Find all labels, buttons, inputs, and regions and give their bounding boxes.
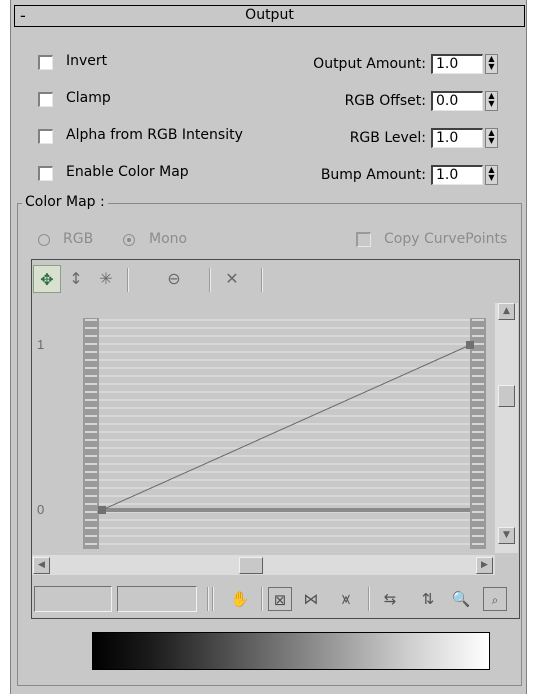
output-amount-label: Output Amount: [313,56,426,72]
move-icon[interactable]: ✥ [33,265,61,293]
rollout-title: Output [245,7,294,23]
toolbar-divider [209,268,211,292]
bottom-divider [212,587,214,611]
reset-curve-icon[interactable]: ⊖ [160,265,188,293]
clamp-checkbox[interactable] [38,92,53,107]
rgb-radio[interactable] [38,234,50,246]
color-map-group-title: Color Map : [22,194,108,210]
invert-label: Invert [66,53,108,69]
rgb-offset-spinner[interactable]: ▲ ▼ [485,91,498,111]
zoom-extents-icon[interactable]: ⊠ [268,587,292,611]
color-map-gradient-preview [92,632,490,670]
toolbar-divider [127,268,129,292]
bump-amount-label: Bump Amount: [320,167,426,183]
alpha-from-rgb-label: Alpha from RGB Intensity [66,127,243,143]
curve-control-point[interactable] [98,506,106,514]
rgb-radio-label: RGB [63,231,94,247]
mono-radio-label: Mono [149,231,188,247]
mono-radio[interactable] [123,234,135,246]
vertical-scroll-thumb[interactable] [498,385,515,407]
y-tick-label-1: 1 [37,337,44,352]
enable-color-map-label: Enable Color Map [66,164,189,180]
copy-curvepoints-checkbox[interactable] [356,232,371,247]
output-amount-input[interactable]: 1.0 [431,54,483,74]
scroll-left-icon[interactable]: ◀ [33,557,50,574]
delete-point-icon[interactable]: ✕ [218,265,246,293]
vertical-scrollbar[interactable]: ▲ ▼ [495,303,518,553]
curve-graph-svg[interactable]: 1 0 [32,298,495,553]
spinner-down-icon[interactable]: ▼ [488,173,494,182]
pan-hand-icon[interactable]: ✋ [228,587,252,611]
bottom-divider [207,587,209,611]
scale-point-icon[interactable]: ↕ [62,265,90,293]
spinner-down-icon[interactable]: ▼ [488,62,494,71]
copy-curvepoints-label: Copy CurvePoints [384,231,508,247]
bump-amount-input[interactable]: 1.0 [431,165,483,185]
zoom-vertical-icon[interactable]: ⇅ [416,587,440,611]
output-amount-spinner[interactable]: ▲ ▼ [485,54,498,74]
y-tick-label-0: 0 [37,502,44,517]
rgb-offset-input[interactable]: 0.0 [431,91,483,111]
rgb-level-input[interactable]: 1.0 [431,128,483,148]
bump-amount-spinner[interactable]: ▲ ▼ [485,165,498,185]
radio-selected-dot [127,238,131,242]
curve-line [101,344,471,511]
horizontal-scrollbar[interactable]: ◀ ▶ [32,555,495,575]
spinner-down-icon[interactable]: ▼ [488,136,494,145]
curve-toolbar: ✥ ↕ ✳ ⊖ ✕ [32,260,519,298]
zoom-value-extents-icon[interactable]: ⩙ [334,587,358,611]
spinner-down-icon[interactable]: ▼ [488,99,494,108]
rgb-level-label: RGB Level: [349,130,426,146]
zoom-region-icon[interactable]: ⌕ [483,587,507,611]
zoom-horizontal-icon[interactable]: ⇆ [378,587,402,611]
rgb-level-spinner[interactable]: ▲ ▼ [485,128,498,148]
toolbar-divider [261,268,263,292]
curve-graph[interactable]: 1 0 [32,298,495,553]
bottom-divider [368,587,370,611]
scroll-right-icon[interactable]: ▶ [476,557,493,574]
point-y-field[interactable] [117,586,197,612]
curve-control-point[interactable] [466,341,474,349]
zoom-icon[interactable]: 🔍 [449,587,473,611]
rgb-offset-label: RGB Offset: [344,93,426,109]
insert-point-icon[interactable]: ✳ [92,265,120,293]
horizontal-scroll-thumb[interactable] [239,557,263,574]
alpha-from-rgb-checkbox[interactable] [38,129,53,144]
clamp-label: Clamp [66,90,111,106]
point-x-field[interactable] [34,586,112,612]
bottom-divider [261,587,263,611]
zoom-horizontal-extents-icon[interactable]: ⋈ [299,587,323,611]
enable-color-map-checkbox[interactable] [38,166,53,181]
invert-checkbox[interactable] [38,55,53,70]
scroll-down-icon[interactable]: ▼ [498,527,515,544]
scroll-up-icon[interactable]: ▲ [498,303,515,320]
